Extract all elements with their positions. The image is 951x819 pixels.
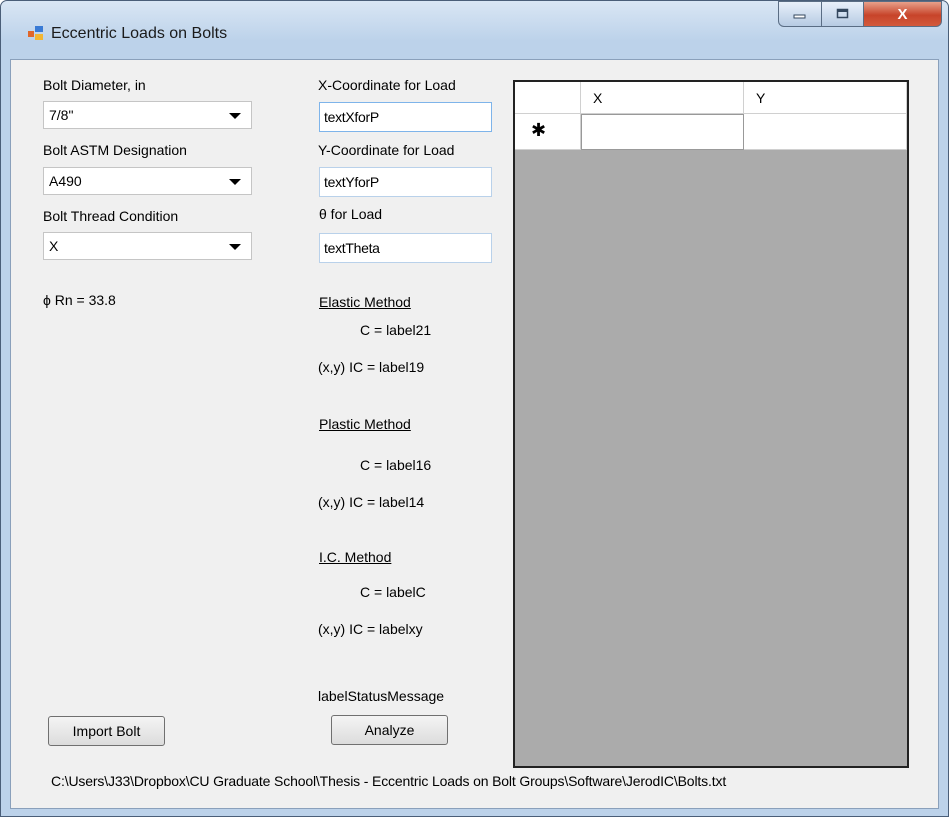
theta-label: θ for Load — [319, 206, 383, 222]
elastic-c-value: C = label21 — [360, 322, 432, 338]
grid-cell-y[interactable] — [744, 114, 907, 150]
chevron-down-icon — [229, 179, 241, 185]
elastic-ic-value: (x,y) IC = label19 — [318, 359, 425, 375]
grid-header-x[interactable]: X — [581, 82, 744, 114]
plastic-c-value: C = label16 — [360, 457, 432, 473]
plastic-method-heading: Plastic Method — [319, 416, 411, 432]
close-icon: X — [897, 5, 908, 23]
grid-header-x-label: X — [593, 90, 603, 106]
thread-condition-value: X — [49, 238, 59, 254]
grid-row-header[interactable]: ✱ — [515, 114, 581, 150]
form-client-area: Bolt Diameter, in 7/8" Bolt ASTM Designa… — [10, 59, 939, 809]
elastic-method-heading: Elastic Method — [319, 294, 411, 310]
minimize-button[interactable] — [778, 1, 822, 27]
app-window: Eccentric Loads on Bolts X Bolt Diameter… — [0, 0, 949, 817]
chevron-down-icon — [229, 113, 241, 119]
app-icon — [28, 26, 43, 40]
y-coordinate-input[interactable]: textYforP — [319, 167, 492, 197]
astm-designation-label: Bolt ASTM Designation — [43, 142, 187, 158]
y-coordinate-label: Y-Coordinate for Load — [318, 142, 455, 158]
grid-corner-header[interactable] — [515, 82, 581, 114]
grid-header-y-label: Y — [756, 90, 766, 106]
x-coordinate-label: X-Coordinate for Load — [318, 77, 456, 93]
thread-condition-label: Bolt Thread Condition — [43, 208, 179, 224]
chevron-down-icon — [229, 244, 241, 250]
x-coordinate-value: textXforP — [324, 109, 379, 125]
window-title: Eccentric Loads on Bolts — [51, 25, 228, 42]
x-coordinate-input[interactable]: textXforP — [319, 102, 492, 132]
file-path-label: C:\Users\J33\Dropbox\CU Graduate School\… — [51, 773, 727, 789]
ic-ic-value: (x,y) IC = labelxy — [318, 621, 423, 637]
new-row-icon: ✱ — [531, 120, 547, 140]
status-message: labelStatusMessage — [318, 688, 445, 704]
theta-value: textTheta — [324, 240, 380, 256]
analyze-button[interactable]: Analyze — [331, 715, 448, 745]
bolt-diameter-value: 7/8" — [49, 107, 74, 123]
minimize-icon — [793, 14, 806, 19]
theta-input[interactable]: textTheta — [319, 233, 492, 263]
maximize-icon — [836, 8, 848, 19]
import-bolt-button[interactable]: Import Bolt — [48, 716, 165, 746]
astm-designation-value: A490 — [49, 173, 82, 189]
coordinates-grid[interactable]: X Y ✱ — [513, 80, 909, 768]
astm-designation-select[interactable]: A490 — [43, 167, 252, 195]
plastic-ic-value: (x,y) IC = label14 — [318, 494, 425, 510]
close-button[interactable]: X — [864, 1, 942, 27]
grid-header-y[interactable]: Y — [744, 82, 907, 114]
maximize-button[interactable] — [822, 1, 864, 27]
ic-c-value: C = labelC — [360, 584, 426, 600]
thread-condition-select[interactable]: X — [43, 232, 252, 260]
grid-cell-x[interactable] — [581, 114, 744, 150]
bolt-diameter-label: Bolt Diameter, in — [43, 77, 146, 93]
ic-method-heading: I.C. Method — [319, 549, 392, 565]
bolt-diameter-select[interactable]: 7/8" — [43, 101, 252, 129]
phi-rn-label: ϕ Rn = 33.8 — [43, 292, 116, 308]
y-coordinate-value: textYforP — [324, 174, 379, 190]
title-bar[interactable]: Eccentric Loads on Bolts X — [1, 1, 948, 59]
